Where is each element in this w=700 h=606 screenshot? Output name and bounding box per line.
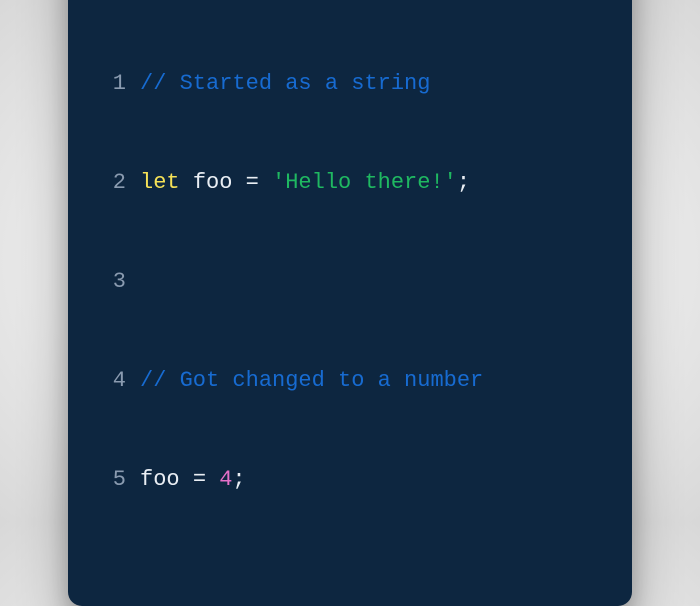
line-number: 3 bbox=[98, 265, 126, 298]
line-number: 4 bbox=[98, 364, 126, 397]
code-line: 1 // Started as a string bbox=[98, 67, 602, 100]
code-line: 3 bbox=[98, 265, 602, 298]
line-number: 2 bbox=[98, 166, 126, 199]
token-operator: = bbox=[246, 170, 259, 195]
code-line: 5 foo = 4; bbox=[98, 463, 602, 496]
token-comment: // Started as a string bbox=[140, 71, 430, 96]
token-number: 4 bbox=[219, 467, 232, 492]
code-window: 1 // Started as a string 2 let foo = 'He… bbox=[68, 0, 632, 606]
token-operator: = bbox=[193, 467, 206, 492]
token-identifier: foo bbox=[140, 467, 180, 492]
token-keyword: let bbox=[140, 170, 180, 195]
line-number: 1 bbox=[98, 67, 126, 100]
code-line: 2 let foo = 'Hello there!'; bbox=[98, 166, 602, 199]
token-semicolon: ; bbox=[232, 467, 245, 492]
code-line: 4 // Got changed to a number bbox=[98, 364, 602, 397]
token-string: 'Hello there!' bbox=[272, 170, 457, 195]
token-comment: // Got changed to a number bbox=[140, 368, 483, 393]
line-number: 5 bbox=[98, 463, 126, 496]
token-identifier: foo bbox=[193, 170, 233, 195]
token-semicolon: ; bbox=[457, 170, 470, 195]
code-block: 1 // Started as a string 2 let foo = 'He… bbox=[98, 1, 602, 562]
